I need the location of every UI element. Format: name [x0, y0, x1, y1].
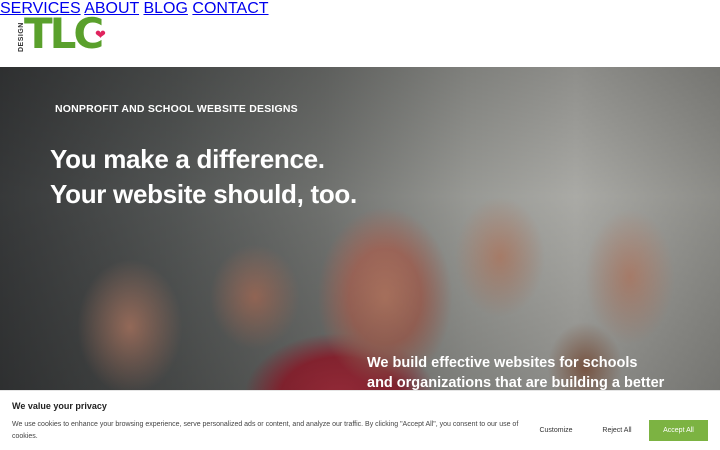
hero-eyebrow: NONPROFIT AND SCHOOL WEBSITE DESIGNS: [55, 103, 298, 115]
cookie-body: We use cookies to enhance your browsing …: [12, 421, 519, 440]
nav-item-contact[interactable]: CONTACT: [192, 0, 268, 17]
hero-section: NONPROFIT AND SCHOOL WEBSITE DESIGNS You…: [0, 67, 720, 390]
main-nav: SERVICES ABOUT BLOG CONTACT: [0, 0, 720, 18]
accept-all-button[interactable]: Accept All: [649, 420, 708, 441]
cookie-banner: We value your privacy We use cookies to …: [0, 390, 720, 450]
nav-item-blog[interactable]: BLOG: [143, 0, 187, 17]
hero-headline-line1: You make a difference.: [50, 144, 325, 174]
reject-all-button[interactable]: Reject All: [591, 420, 643, 441]
hero-headline-line2: Your website should, too.: [50, 179, 357, 209]
heart-icon: ❤: [95, 27, 106, 42]
logo-brand-text: TLC: [24, 9, 104, 58]
customize-button[interactable]: Customize: [523, 420, 589, 441]
hero-photo: [0, 67, 720, 390]
hero-subtext: We build effective websites for schools …: [367, 355, 665, 390]
site-logo[interactable]: DESIGN TLC ❤: [18, 9, 106, 58]
site-header: DESIGN TLC ❤ SERVICES ABOUT BLOG CONTACT: [0, 0, 720, 67]
cookie-title: We value your privacy: [12, 401, 107, 411]
